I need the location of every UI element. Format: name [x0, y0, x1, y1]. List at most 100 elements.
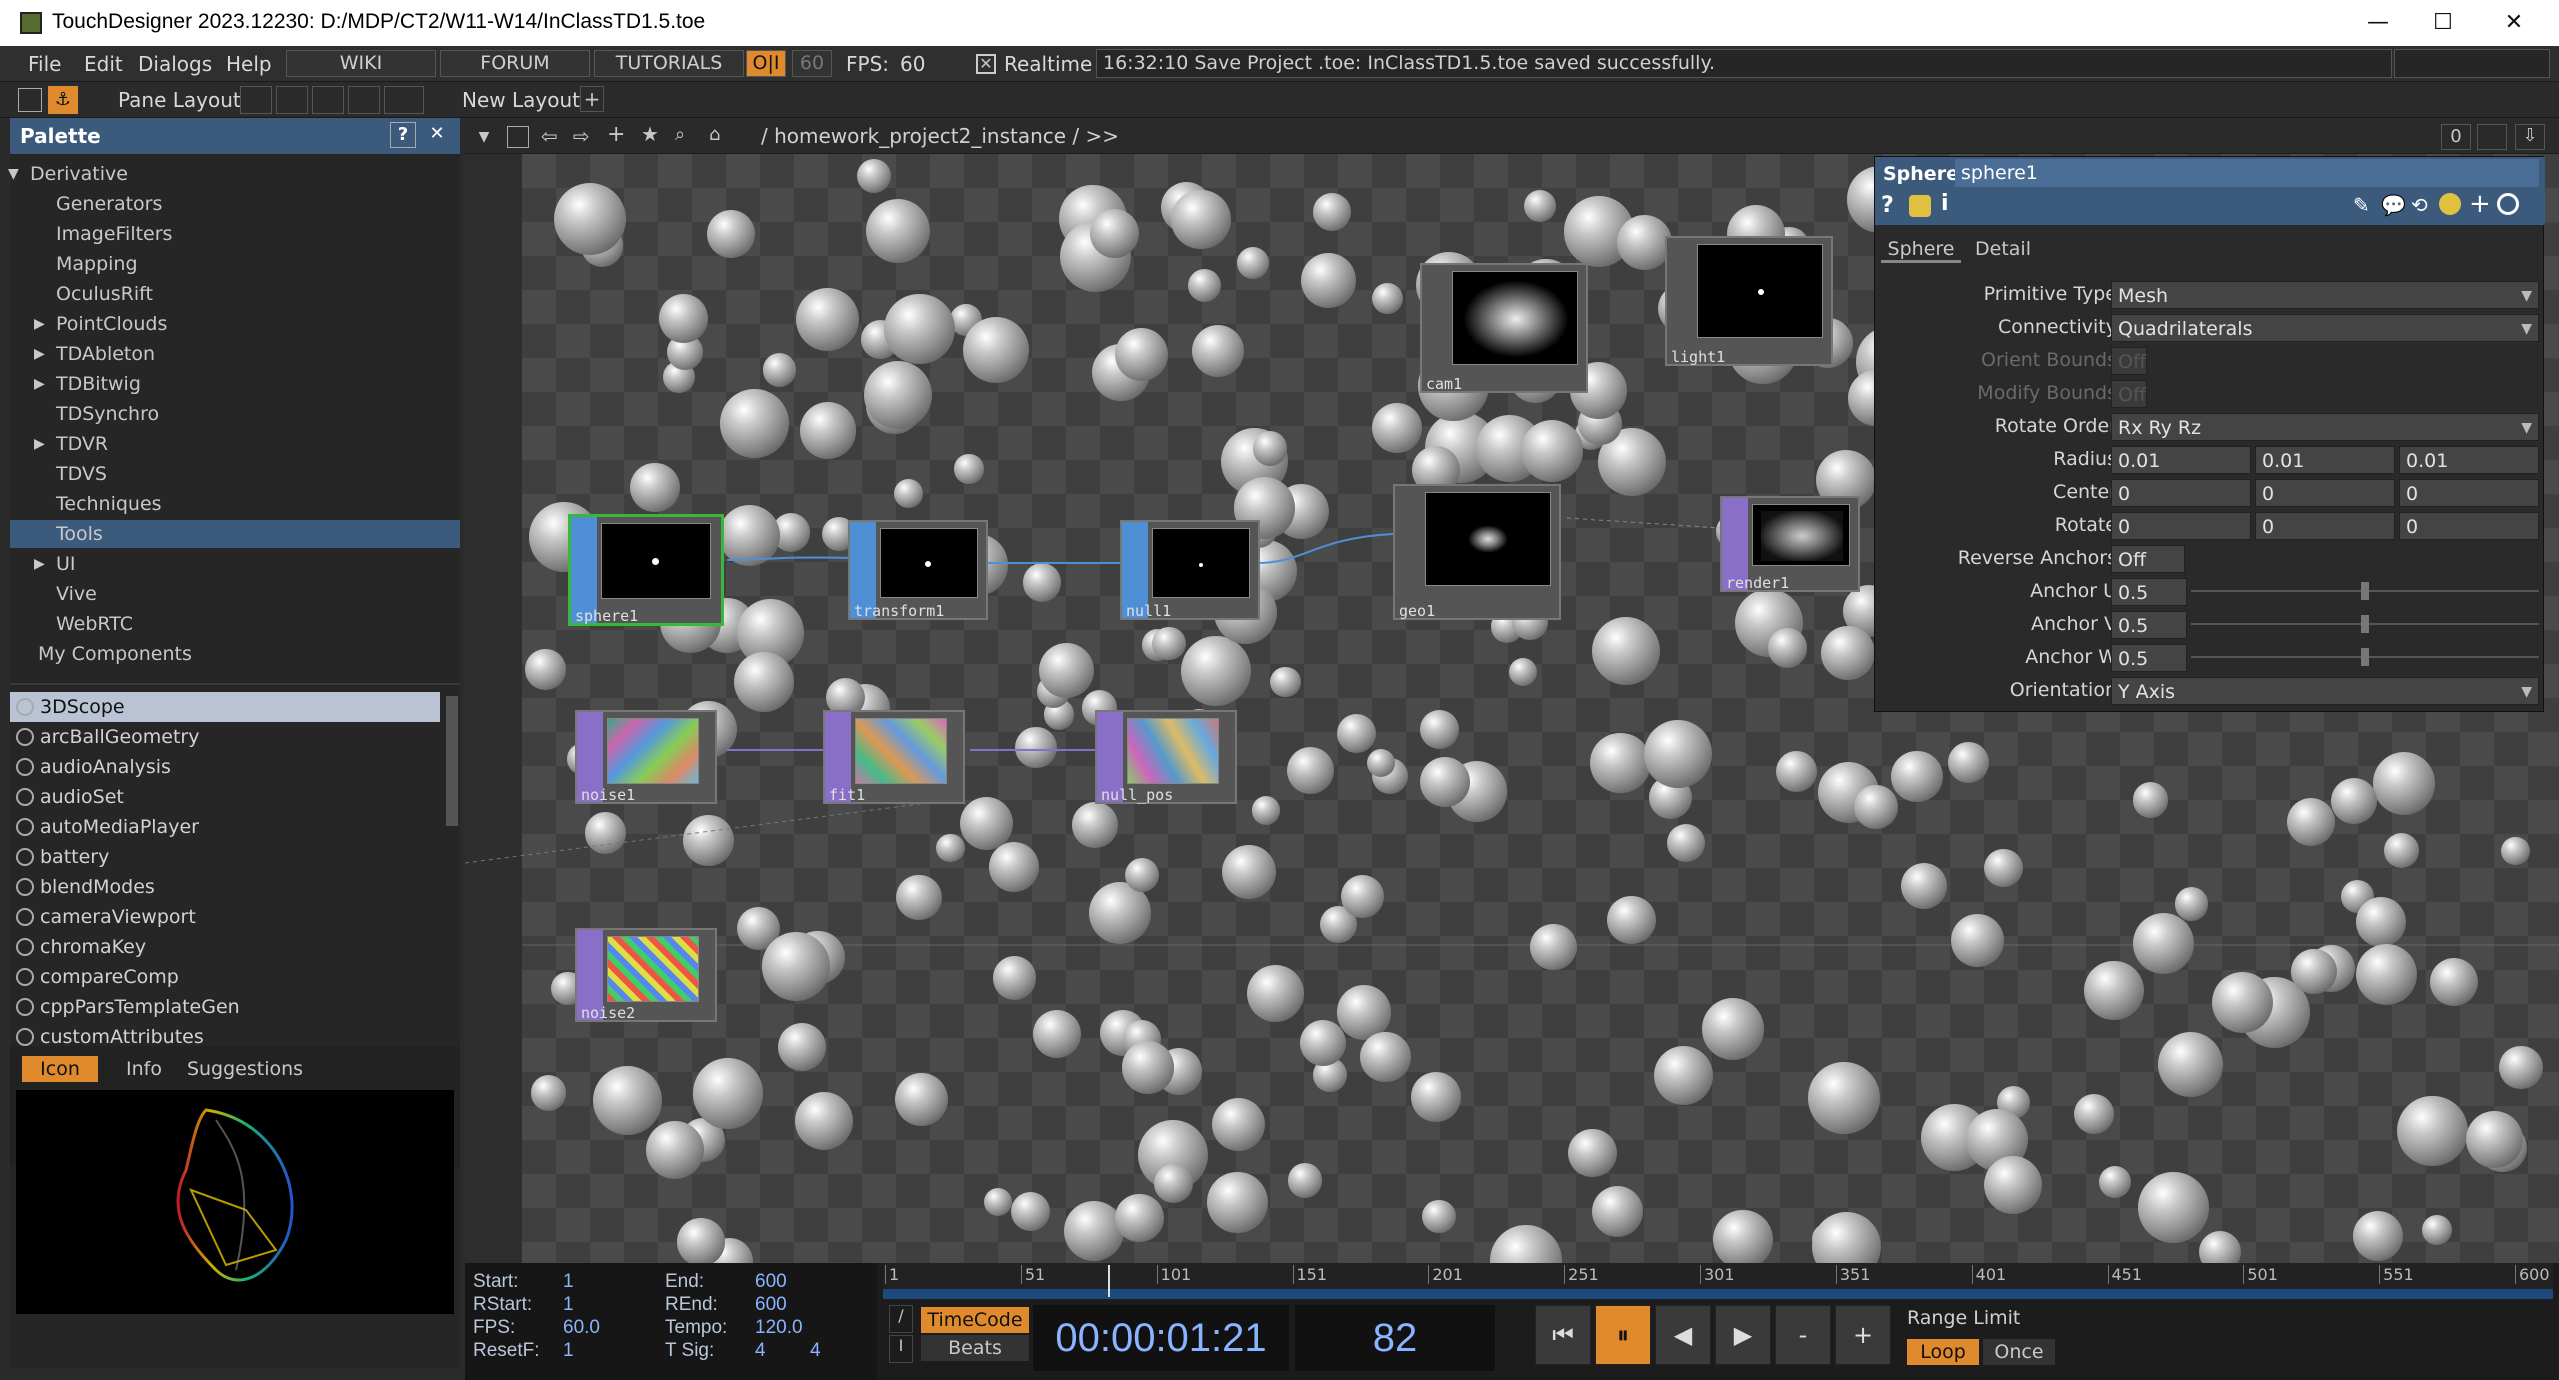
node-transform1[interactable]: transform1	[848, 520, 988, 620]
beats-button[interactable]: Beats	[921, 1335, 1029, 1361]
component-item[interactable]: chromaKey	[10, 932, 440, 962]
component-item[interactable]: 3DScope	[10, 692, 440, 722]
python-help-icon[interactable]	[1909, 195, 1931, 217]
resetf-value[interactable]: 1	[563, 1340, 574, 1362]
center-x-field[interactable]: 0	[2111, 479, 2251, 507]
palette-tree-item[interactable]: WebRTC	[10, 610, 460, 638]
palette-tree-item[interactable]: Mapping	[10, 250, 460, 278]
palette-tree-item[interactable]: ▼ Derivative	[8, 160, 460, 188]
node-geo1[interactable]: geo1	[1393, 484, 1561, 620]
playhead[interactable]	[1108, 1265, 1111, 1297]
tsig-a-value[interactable]: 4	[755, 1340, 766, 1362]
palette-tree-item[interactable]: Generators	[10, 190, 460, 218]
frame-display[interactable]: 82	[1295, 1305, 1495, 1371]
step-back-icon[interactable]: ◀	[1655, 1305, 1711, 1365]
tab-detail[interactable]: Detail	[1963, 235, 2043, 263]
tree-arrow-icon[interactable]: ▶	[34, 550, 45, 578]
radius-y-field[interactable]: 0.01	[2255, 446, 2395, 474]
rotate-y-field[interactable]: 0	[2255, 512, 2395, 540]
palette-close-button[interactable]: ✕	[424, 122, 450, 148]
center-z-field[interactable]: 0	[2399, 479, 2539, 507]
node-fit1[interactable]: fit1	[823, 710, 965, 804]
palette-tree-item[interactable]: Vive	[10, 580, 460, 608]
python-icon[interactable]	[2439, 193, 2461, 215]
tab-sphere[interactable]: Sphere	[1881, 235, 1961, 263]
palette-tree-item[interactable]: Tools	[10, 520, 460, 548]
timecode-toggle-icon[interactable]: /	[889, 1305, 913, 1333]
fps-target[interactable]: 60	[792, 50, 832, 77]
menu-help[interactable]: Help	[226, 52, 272, 76]
palette-tree-item[interactable]: TDVS	[10, 460, 460, 488]
tree-arrow-icon[interactable]: ▶	[34, 430, 45, 458]
range-bar[interactable]	[883, 1289, 2553, 1299]
component-item[interactable]: compareComp	[10, 962, 440, 992]
component-item[interactable]: battery	[10, 842, 440, 872]
pane-icon[interactable]	[18, 88, 42, 112]
palette-tree-item[interactable]: OculusRift	[10, 280, 460, 308]
orient-bounds-toggle[interactable]: Off	[2111, 347, 2147, 375]
add-layout-button[interactable]: +	[580, 86, 604, 112]
palette-help-button[interactable]: ?	[390, 122, 416, 148]
tab-suggestions[interactable]: Suggestions	[180, 1056, 310, 1082]
play-icon[interactable]: ▶	[1715, 1305, 1771, 1365]
anchor-u-handle[interactable]	[2361, 582, 2369, 600]
realtime-checkbox[interactable]: ✕	[976, 54, 996, 74]
anchor-w-handle[interactable]	[2361, 648, 2369, 666]
anchor-u-field[interactable]: 0.5	[2111, 578, 2187, 606]
anchor-v-field[interactable]: 0.5	[2111, 611, 2187, 639]
pause-icon[interactable]: ⏸	[1595, 1305, 1651, 1365]
anchor-v-handle[interactable]	[2361, 615, 2369, 633]
decrement-icon[interactable]: -	[1775, 1305, 1831, 1365]
tree-arrow-icon[interactable]: ▼	[8, 160, 19, 188]
time-display[interactable]: 00:00:01:21	[1033, 1305, 1289, 1371]
perform-toggle[interactable]: O|I	[746, 50, 786, 77]
beats-toggle-icon[interactable]: I	[889, 1335, 913, 1363]
bookmark-icon[interactable]: ⟲	[2411, 193, 2428, 217]
modify-bounds-toggle[interactable]: Off	[2111, 380, 2147, 408]
rotate-x-field[interactable]: 0	[2111, 512, 2251, 540]
rewind-icon[interactable]: ⏮	[1535, 1305, 1591, 1365]
component-item[interactable]: audioSet	[10, 782, 440, 812]
component-item[interactable]: cppParsTemplateGen	[10, 992, 440, 1022]
radius-x-field[interactable]: 0.01	[2111, 446, 2251, 474]
radius-z-field[interactable]: 0.01	[2399, 446, 2539, 474]
rend-value[interactable]: 600	[755, 1294, 787, 1316]
close-button[interactable]: ✕	[2494, 8, 2534, 38]
palette-tree-item[interactable]: ImageFilters	[10, 220, 460, 248]
anchor-w-field[interactable]: 0.5	[2111, 644, 2187, 672]
tree-arrow-icon[interactable]: ▶	[34, 370, 45, 398]
layout-4-button[interactable]	[348, 86, 380, 114]
forum-button[interactable]: FORUM	[440, 50, 590, 77]
tree-arrow-icon[interactable]: ▶	[34, 310, 45, 338]
info-icon[interactable]: i	[1941, 191, 1949, 216]
target-icon[interactable]	[2497, 193, 2519, 215]
node-null-pos[interactable]: null_pos	[1095, 710, 1237, 804]
tsig-b-value[interactable]: 4	[810, 1340, 821, 1362]
palette-tree-item[interactable]: ▶ TDBitwig	[10, 370, 460, 398]
node-sphere1[interactable]: sphere1	[568, 514, 724, 626]
tab-info[interactable]: Info	[106, 1056, 182, 1082]
component-item[interactable]: cameraViewport	[10, 902, 440, 932]
menu-edit[interactable]: Edit	[84, 52, 123, 76]
component-item[interactable]: audioAnalysis	[10, 752, 440, 782]
end-value[interactable]: 600	[755, 1271, 787, 1293]
menu-file[interactable]: File	[28, 52, 61, 76]
minimize-button[interactable]: —	[2358, 8, 2398, 38]
timecode-button[interactable]: TimeCode	[921, 1307, 1029, 1333]
tab-icon[interactable]: Icon	[22, 1056, 98, 1082]
list-scrollbar[interactable]	[446, 696, 458, 826]
primitive-type-menu[interactable]: Mesh	[2111, 281, 2539, 310]
wiki-button[interactable]: WIKI	[286, 50, 436, 77]
node-noise1[interactable]: noise1	[575, 710, 717, 804]
edit-icon[interactable]: ✎	[2353, 193, 2370, 217]
param-op-name[interactable]: sphere1	[1955, 159, 2539, 187]
component-item[interactable]: autoMediaPlayer	[10, 812, 440, 842]
palette-tree-item[interactable]: ▶ TDAbleton	[10, 340, 460, 368]
node-null1[interactable]: null1	[1120, 520, 1260, 620]
anchor-icon[interactable]: ⚓	[48, 86, 78, 114]
center-y-field[interactable]: 0	[2255, 479, 2395, 507]
layout-1-button[interactable]	[240, 86, 272, 114]
tree-arrow-icon[interactable]: ▶	[34, 340, 45, 368]
palette-tree-item[interactable]: My Components	[10, 640, 460, 668]
node-cam1[interactable]: cam1	[1420, 263, 1588, 393]
